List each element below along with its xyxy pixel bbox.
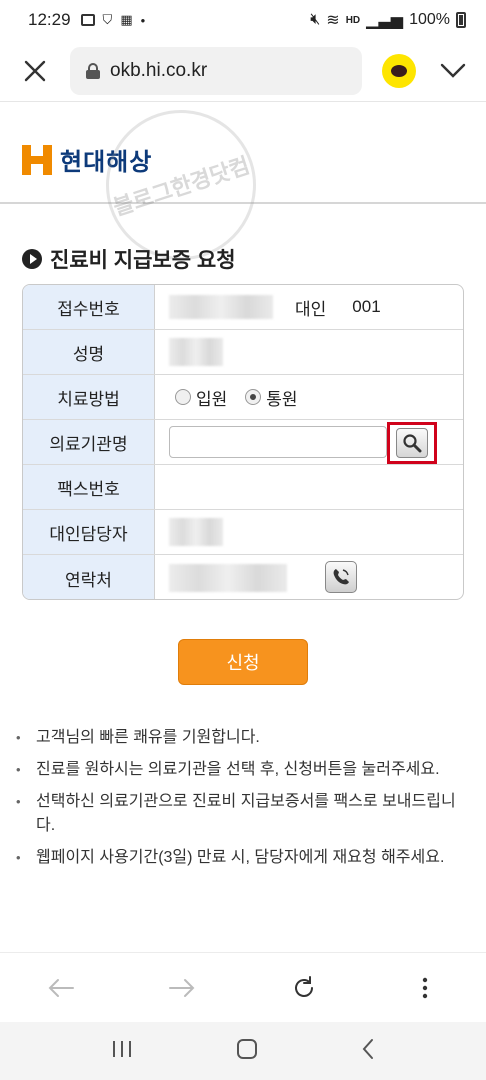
notice-item: 선택하신 의료기관으로 진료비 지급보증서를 팩스로 보내드립니다. [14,790,474,838]
name-value [155,330,463,374]
close-tab-button[interactable] [0,60,70,82]
battery-icon [456,12,466,28]
form-row-treatment-method: 치료방법 입원 통원 [23,375,463,420]
receipt-number-label: 접수번호 [23,285,155,329]
redacted-value [169,564,287,592]
redacted-value [169,295,273,319]
form-row-manager: 대인담당자 [23,510,463,555]
browser-toolbar: okb.hi.co.kr [0,40,486,102]
arrow-right-icon [169,978,195,997]
radio-inpatient[interactable]: 입원 [175,385,227,410]
system-back-button[interactable] [361,1038,375,1065]
status-bar: 12:29 ⛉ ▦ • 🔇︎ ≋ HD ▁▃▅ 100% [0,0,486,40]
h-logo-icon [22,144,52,175]
watermark-text: 블로그한경닷컴 [110,152,253,221]
notice-list: 고객님의 빠른 쾌유를 기원합니다. 진료를 원하시는 의료기관을 선택 후, … [14,726,474,878]
hospital-search-button[interactable] [396,428,428,458]
redacted-value [169,338,223,366]
reload-icon [294,975,313,997]
back-button[interactable] [0,978,122,998]
image-icon [80,14,95,26]
hospital-name-input[interactable] [169,426,387,458]
arrow-left-icon [48,978,74,997]
receipt-number-value: 대인 001 [155,285,463,329]
forward-button[interactable] [122,978,244,998]
form-row-hospital-name: 의료기관명 [23,420,463,465]
system-navigation-bar [0,1022,486,1080]
dot-icon: • [140,12,146,28]
more-vert-icon [423,977,428,998]
radio-circle [175,389,191,405]
url-text: okb.hi.co.kr [110,59,208,81]
radio-circle-checked [245,389,262,405]
mute-icon: 🔇︎ [310,11,321,28]
call-button[interactable] [325,561,357,593]
redacted-value [169,518,223,546]
notice-item: 고객님의 빠른 쾌유를 기원합니다. [14,726,474,750]
status-time: 12:29 [28,10,71,29]
radio-inpatient-label: 입원 [196,389,228,409]
expand-toolbar-button[interactable] [438,56,468,86]
manager-label: 대인담당자 [23,510,155,554]
home-icon [236,1038,257,1059]
wifi-icon: ≋ [326,12,340,29]
search-icon [403,434,422,453]
recent-apps-icon [113,1040,132,1057]
address-bar[interactable]: okb.hi.co.kr [70,46,362,95]
chat-bubble-icon [391,64,407,77]
receipt-code: 001 [352,297,381,316]
guarantee-request-form: 접수번호 대인 001 성명 치료방법 입원 통원 의료기관명 팩스번호 대인담… [22,284,464,600]
site-header: 현대해상 블로그한경닷컴 [0,90,486,280]
system-icons: 🔇︎ ≋ HD ▁▃▅ 100% [310,10,466,30]
reload-button[interactable] [243,975,365,1001]
arrow-right-icon [22,249,42,269]
notification-icons: ⛉ ▦ • [80,12,146,28]
kakaotalk-button[interactable] [382,53,416,88]
shield-icon: ⛉ [102,12,113,27]
form-row-fax-number: 팩스번호 [23,465,463,510]
form-row-name: 성명 [23,330,463,375]
notice-item: 진료를 원하시는 의료기관을 선택 후, 신청버튼을 눌러주세요. [14,758,474,782]
form-row-receipt-number: 접수번호 대인 001 [23,285,463,330]
chevron-left-icon [362,1038,373,1059]
name-label: 성명 [23,330,155,374]
page-title: 진료비 지급보증 요청 [22,244,236,274]
fax-number-value [155,465,463,509]
battery-text: 100% [409,11,450,28]
fax-number-label: 팩스번호 [23,465,155,509]
home-button[interactable] [236,1038,258,1065]
hospital-name-cell [155,420,463,464]
submit-button[interactable]: 신청 [178,639,308,685]
page-title-text: 진료비 지급보증 요청 [50,249,236,272]
phone-icon [333,569,349,585]
notice-item: 웹페이지 사용기간(3일) 만료 시, 담당자에게 재요청 해주세요. [14,846,474,870]
contact-label: 연락처 [23,555,155,599]
treatment-method-label: 치료방법 [23,375,155,419]
signal-icon: ▁▃▅ [366,12,404,29]
manager-value [155,510,463,554]
receipt-type: 대인 [295,299,327,319]
search-button-highlight [387,422,437,464]
network-label: HD [345,14,361,26]
close-icon [24,60,46,81]
qr-icon: ▦ [120,12,133,27]
recent-apps-button[interactable] [111,1039,133,1064]
form-row-contact: 연락처 [23,555,463,599]
chevron-down-icon [440,63,466,78]
menu-button[interactable] [365,977,486,999]
hospital-name-label: 의료기관명 [23,420,155,464]
radio-outpatient[interactable]: 통원 [245,385,298,410]
treatment-method-options: 입원 통원 [155,375,463,419]
contact-value [155,555,463,599]
lock-icon [86,62,100,79]
radio-outpatient-label: 통원 [266,389,298,409]
browser-bottom-bar [0,952,486,1022]
